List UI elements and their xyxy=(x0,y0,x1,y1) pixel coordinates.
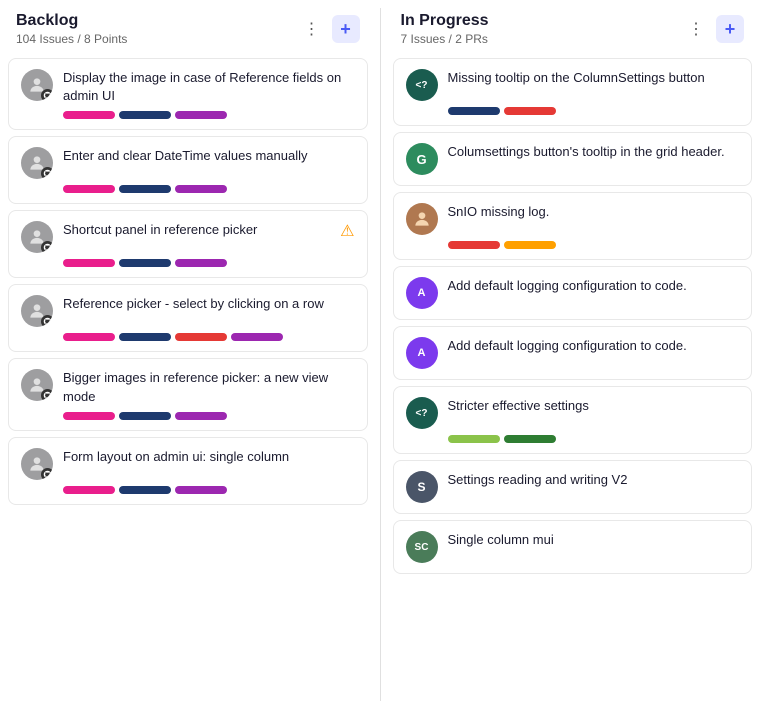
github-icon xyxy=(41,389,53,401)
tag-dark-blue xyxy=(119,185,171,193)
tag-pink xyxy=(63,486,115,494)
card-text: Settings reading and writing V2 xyxy=(448,471,740,489)
board: Backlog104 Issues / 8 Points⋮+Display th… xyxy=(0,0,760,709)
avatar xyxy=(21,147,53,179)
avatar: <? xyxy=(406,69,438,101)
tag-pink xyxy=(63,111,115,119)
card-tags xyxy=(21,333,355,341)
tag-purple xyxy=(175,259,227,267)
card[interactable]: Enter and clear DateTime values manually xyxy=(8,136,368,204)
tag-pink xyxy=(63,185,115,193)
cards-list-in-progress: <? Missing tooltip on the ColumnSettings … xyxy=(393,58,753,701)
add-card-btn-backlog[interactable]: + xyxy=(332,15,360,43)
column-header-backlog: Backlog 104 Issues / 8 Points ⋮+ xyxy=(8,8,368,54)
card-text: Add default logging configuration to cod… xyxy=(448,277,740,295)
card-tags xyxy=(406,241,740,249)
tag-purple xyxy=(175,185,227,193)
card-tags xyxy=(406,435,740,443)
card[interactable]: SnIO missing log. xyxy=(393,192,753,260)
tag-pink xyxy=(63,259,115,267)
column-meta-backlog: 104 Issues / 8 Points xyxy=(16,32,127,46)
card-text: Shortcut panel in reference picker xyxy=(63,221,355,239)
card[interactable]: Bigger images in reference picker: a new… xyxy=(8,358,368,430)
github-icon xyxy=(41,89,53,101)
github-icon xyxy=(41,167,53,179)
github-icon xyxy=(41,315,53,327)
tag-pink xyxy=(63,333,115,341)
card-tags xyxy=(21,412,355,420)
tag-red xyxy=(504,107,556,115)
card[interactable]: S Settings reading and writing V2 xyxy=(393,460,753,514)
card-tags xyxy=(406,107,740,115)
card[interactable]: <? Missing tooltip on the ColumnSettings … xyxy=(393,58,753,126)
tag-purple xyxy=(231,333,283,341)
tag-red xyxy=(175,333,227,341)
card-tags xyxy=(21,111,355,119)
avatar xyxy=(21,221,53,253)
avatar: A xyxy=(406,277,438,309)
warning-icon: ⚠ xyxy=(340,221,354,241)
card-text: Reference picker - select by clicking on… xyxy=(63,295,355,313)
card[interactable]: Reference picker - select by clicking on… xyxy=(8,284,368,352)
avatar: A xyxy=(406,337,438,369)
three-dot-btn-backlog[interactable]: ⋮ xyxy=(298,15,326,43)
card[interactable]: A Add default logging configuration to co… xyxy=(393,266,753,320)
tag-light-green xyxy=(448,435,500,443)
tag-purple xyxy=(175,111,227,119)
avatar xyxy=(21,448,53,480)
tag-dark-blue xyxy=(119,111,171,119)
card-tags xyxy=(21,185,355,193)
tag-purple xyxy=(175,412,227,420)
avatar: S xyxy=(406,471,438,503)
card-text: Single column mui xyxy=(448,531,740,549)
github-icon xyxy=(41,241,53,253)
card-text: Missing tooltip on the ColumnSettings bu… xyxy=(448,69,740,87)
avatar xyxy=(406,203,438,235)
card[interactable]: ⚠Shortcut panel in reference picker xyxy=(8,210,368,278)
avatar xyxy=(21,69,53,101)
tag-red xyxy=(448,241,500,249)
card[interactable]: Form layout on admin ui: single column xyxy=(8,437,368,505)
tag-dark-blue xyxy=(119,259,171,267)
card-text: Columsettings button's tooltip in the gr… xyxy=(448,143,740,161)
tag-pink xyxy=(63,412,115,420)
three-dot-btn-in-progress[interactable]: ⋮ xyxy=(682,15,710,43)
column-header-in-progress: In Progress 7 Issues / 2 PRs ⋮+ xyxy=(393,8,753,54)
tag-dark-blue xyxy=(119,486,171,494)
avatar: SC xyxy=(406,531,438,563)
card[interactable]: A Add default logging configuration to co… xyxy=(393,326,753,380)
tag-purple xyxy=(175,486,227,494)
card-text: Bigger images in reference picker: a new… xyxy=(63,369,355,405)
avatar xyxy=(21,295,53,327)
column-title-in-progress: In Progress xyxy=(401,12,489,30)
card-tags xyxy=(21,486,355,494)
tag-yellow xyxy=(504,241,556,249)
github-icon xyxy=(41,468,53,480)
avatar: <? xyxy=(406,397,438,429)
cards-list-backlog: Display the image in case of Reference f… xyxy=(8,58,368,701)
card-text: Enter and clear DateTime values manually xyxy=(63,147,355,165)
card[interactable]: SC Single column mui xyxy=(393,520,753,574)
card-text: Form layout on admin ui: single column xyxy=(63,448,355,466)
avatar xyxy=(21,369,53,401)
column-backlog: Backlog 104 Issues / 8 Points ⋮+ Display th… xyxy=(0,8,376,701)
tag-dark-blue xyxy=(119,412,171,420)
column-meta-in-progress: 7 Issues / 2 PRs xyxy=(401,32,489,46)
column-title-backlog: Backlog xyxy=(16,12,127,30)
tag-dark-blue xyxy=(119,333,171,341)
avatar: G xyxy=(406,143,438,175)
add-card-btn-in-progress[interactable]: + xyxy=(716,15,744,43)
tag-dark-blue xyxy=(448,107,500,115)
card[interactable]: G Columsettings button's tooltip in the g… xyxy=(393,132,753,186)
card[interactable]: <? Stricter effective settings xyxy=(393,386,753,454)
card-text: Stricter effective settings xyxy=(448,397,740,415)
card[interactable]: Display the image in case of Reference f… xyxy=(8,58,368,130)
card-text: Display the image in case of Reference f… xyxy=(63,69,355,105)
card-text: Add default logging configuration to cod… xyxy=(448,337,740,355)
card-tags xyxy=(21,259,355,267)
tag-green xyxy=(504,435,556,443)
card-text: SnIO missing log. xyxy=(448,203,740,221)
column-in-progress: In Progress 7 Issues / 2 PRs ⋮+ <? Missing t… xyxy=(385,8,760,701)
